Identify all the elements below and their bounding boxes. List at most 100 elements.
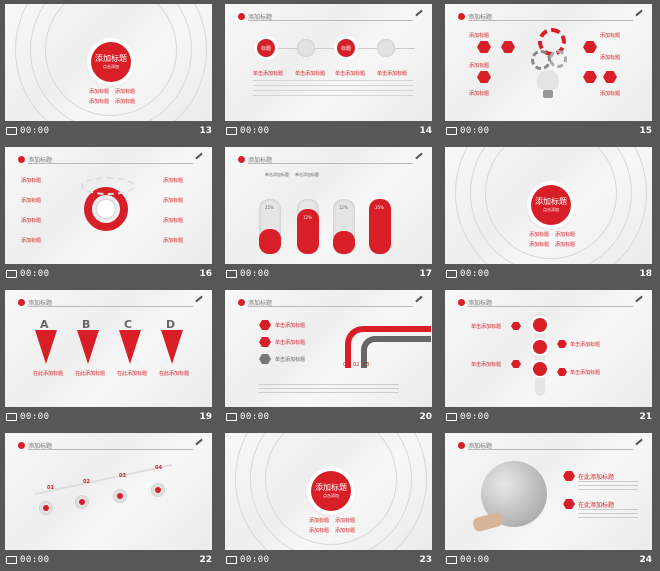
- item-title: 添加标题: [21, 238, 42, 244]
- header-dot: [238, 156, 245, 163]
- slide-number: 13: [199, 126, 212, 136]
- step-number: 01: [343, 362, 350, 368]
- header-dot: [238, 299, 245, 306]
- step-number: 02: [83, 479, 90, 485]
- slide-thumbnail-23[interactable]: 添加标题 点击添加 添加标题 添加标题 添加标题 添加标题 00:00 23: [222, 430, 436, 571]
- timing: 00:00: [446, 269, 490, 279]
- header-line: [248, 163, 413, 164]
- header-dot: [18, 156, 25, 163]
- transition-icon: [446, 555, 457, 564]
- slide-number: 22: [199, 555, 212, 565]
- slide-number: 16: [199, 269, 212, 279]
- timing: 00:00: [226, 269, 270, 279]
- slide-thumbnail-22[interactable]: 添加标题 01 02 03 04 00:00 22: [2, 430, 216, 571]
- transition-icon: [446, 269, 457, 278]
- timing: 00:00: [6, 412, 50, 422]
- item-title: 在此添加标题: [75, 371, 106, 377]
- letter-label: C: [124, 318, 133, 331]
- letter-label: A: [40, 318, 49, 331]
- slide-thumbnail-17[interactable]: 添加标题 单击添加标题 单击添加标题 25% 12% 12% 35% 00:00…: [222, 144, 436, 285]
- header-dot: [238, 13, 245, 20]
- item-title: 单击添加标题: [275, 340, 306, 346]
- slide-thumbnail-20[interactable]: 添加标题 单击添加标题 单击添加标题 单击添加标题 01 02 03 00:00…: [222, 287, 436, 428]
- slide-preview: 添加标题 在此添加标题 在此添加标题: [445, 433, 652, 550]
- slide-number: 23: [419, 555, 432, 565]
- slide-preview: 添加标题 01 02 03 04: [5, 433, 212, 550]
- bulb-icon: [537, 70, 559, 90]
- slide-caption: 00:00 15: [446, 125, 652, 139]
- slide-title: 添加标题: [95, 54, 127, 63]
- timing: 00:00: [446, 555, 490, 565]
- slide-caption: 00:00 18: [446, 268, 652, 282]
- pen-icon: [635, 9, 643, 17]
- slide-number: 24: [639, 555, 652, 565]
- header-dot: [458, 299, 465, 306]
- bullet-text: 添加标题: [89, 89, 110, 95]
- slide-caption: 00:00 16: [6, 268, 212, 282]
- bar-label: 12%: [303, 215, 312, 220]
- timing: 00:00: [6, 269, 50, 279]
- header-line: [468, 20, 633, 21]
- transition-icon: [226, 412, 237, 421]
- transition-icon: [6, 269, 17, 278]
- slide-preview: 添加标题 点击添加 添加标题 添加标题 添加标题 添加标题: [225, 433, 432, 550]
- item-title: 在此添加标题: [117, 371, 148, 377]
- bullet-text: 添加标题: [555, 242, 576, 248]
- step-number: 03: [363, 362, 370, 368]
- item-title: 单击添加标题: [295, 71, 326, 77]
- slide-caption: 00:00 19: [6, 411, 212, 425]
- item-title: 添加标题: [21, 218, 42, 224]
- bullet-text: 添加标题: [115, 99, 136, 105]
- slide-preview: 添加标题 添加标题 添加标题 添加标题 添加标题 添加标题 添加标题 添加标题 …: [5, 147, 212, 264]
- slide-number: 17: [419, 269, 432, 279]
- pen-icon: [195, 438, 203, 446]
- slide-thumbnail-14[interactable]: 添加标题 标题 标题 单击添加标题 单击添加标题 单击添加标题 单击添加标题 0…: [222, 1, 436, 142]
- slide-number: 15: [639, 126, 652, 136]
- slide-caption: 00:00 20: [226, 411, 432, 425]
- item-title: 添加标题: [469, 91, 490, 97]
- slide-thumbnail-15[interactable]: 添加标题 添加标题 添加标题 添加标题 添加标题 添加标题 添加标题 00:00…: [442, 1, 656, 142]
- transition-icon: [226, 126, 237, 135]
- pen-icon: [415, 295, 423, 303]
- slide-preview: 添加标题 单击添加标题 单击添加标题 单击添加标题 单击添加标题: [445, 290, 652, 407]
- timing: 00:00: [446, 412, 490, 422]
- slide-number: 21: [639, 412, 652, 422]
- timing: 00:00: [6, 126, 50, 136]
- slide-thumbnail-19[interactable]: 添加标题 A B C D 在此添加标题 在此添加标题 在此添加标题 在此添加标题…: [2, 287, 216, 428]
- slide-number: 19: [199, 412, 212, 422]
- slide-preview: 添加标题 添加标题 添加标题 添加标题 添加标题 添加标题 添加标题: [445, 4, 652, 121]
- item-title: 添加标题: [163, 238, 184, 244]
- item-title: 添加标题: [21, 178, 42, 184]
- slide-thumbnail-16[interactable]: 添加标题 添加标题 添加标题 添加标题 添加标题 添加标题 添加标题 添加标题 …: [2, 144, 216, 285]
- slide-number: 14: [419, 126, 432, 136]
- slide-thumbnail-21[interactable]: 添加标题 单击添加标题 单击添加标题 单击添加标题 单击添加标题 00:00 2…: [442, 287, 656, 428]
- note-text: 单击添加标题: [295, 172, 319, 177]
- slide-title: 添加标题: [535, 197, 567, 206]
- bullet-text: 添加标题: [335, 518, 356, 524]
- item-title: 单击添加标题: [471, 362, 502, 368]
- timing: 00:00: [6, 555, 50, 565]
- header-line: [248, 20, 413, 21]
- slide-thumbnail-18[interactable]: 添加标题 点击添加 添加标题 添加标题 添加标题 添加标题 00:00 18: [442, 144, 656, 285]
- letter-label: D: [166, 318, 176, 331]
- bar-label: 25%: [265, 205, 274, 210]
- transition-icon: [6, 126, 17, 135]
- slide-subtitle: 点击添加: [103, 64, 119, 69]
- timing: 00:00: [226, 555, 270, 565]
- bullet-text: 添加标题: [89, 99, 110, 105]
- header-line: [468, 306, 633, 307]
- slide-thumbnail-24[interactable]: 添加标题 在此添加标题 在此添加标题 00:00 24: [442, 430, 656, 571]
- slide-thumbnail-13[interactable]: 添加标题 点击添加 添加标题 添加标题 添加标题 添加标题 00:00 13: [2, 1, 216, 142]
- header-dot: [458, 442, 465, 449]
- transition-icon: [446, 126, 457, 135]
- pen-icon: [635, 438, 643, 446]
- header-line: [468, 449, 633, 450]
- slide-caption: 00:00 14: [226, 125, 432, 139]
- slide-preview: 添加标题 点击添加 添加标题 添加标题 添加标题 添加标题: [5, 4, 212, 121]
- bullet-text: 添加标题: [309, 528, 330, 534]
- item-title: 添加标题: [21, 198, 42, 204]
- slide-number: 20: [419, 412, 432, 422]
- bullet-text: 添加标题: [335, 528, 356, 534]
- timing: 00:00: [226, 126, 270, 136]
- header-line: [248, 306, 413, 307]
